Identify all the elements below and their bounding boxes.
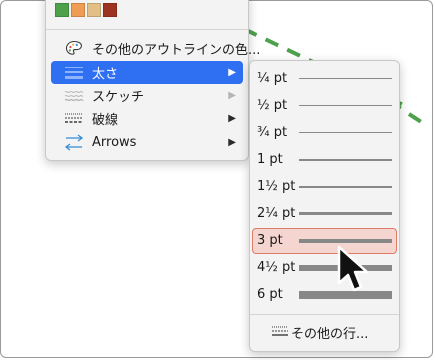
arrows-icon: [62, 131, 86, 154]
weight-preview-line: [299, 105, 392, 106]
weight-option-4-and-half-pt[interactable]: 4½ pt: [252, 255, 397, 281]
sketch-line-icon: [62, 84, 86, 107]
outline-menu: その他のアウトラインの色... 太さ ▶ スケッチ ▶ 破線 ▶ Arrows …: [45, 0, 260, 161]
menu-item-arrows[interactable]: Arrows ▶: [51, 131, 243, 154]
menu-item-more-outline-colors[interactable]: その他のアウトラインの色...: [51, 37, 260, 60]
line-weight-icon: [62, 61, 86, 84]
weight-preview-line: [299, 132, 392, 133]
weight-option-label: ¼ pt: [257, 71, 288, 86]
dashed-line-icon: [62, 107, 86, 130]
color-swatch-brown[interactable]: [103, 3, 117, 17]
line-style-icon: [271, 325, 289, 337]
weight-option-label: 2¼ pt: [257, 206, 296, 221]
weight-option-3-pt[interactable]: 3 pt: [252, 228, 397, 254]
weight-option-2-and-quarter-pt[interactable]: 2¼ pt: [252, 201, 397, 227]
more-lines-menu-item[interactable]: その他の行...: [252, 319, 397, 344]
weight-option-three-quarter-pt[interactable]: ¾ pt: [252, 120, 397, 146]
weight-option-1-and-half-pt[interactable]: 1½ pt: [252, 174, 397, 200]
menu-item-label: 破線: [92, 113, 119, 128]
color-swatch-green[interactable]: [55, 3, 69, 17]
weight-option-label: 4½ pt: [257, 260, 296, 275]
weight-option-label: 1 pt: [257, 152, 283, 167]
weight-submenu: ¼ pt ½ pt ¾ pt 1 pt 1½ pt 2¼ pt 3 pt 4½ …: [249, 60, 400, 352]
menu-separator: [46, 29, 248, 30]
menu-item-sketch[interactable]: スケッチ ▶: [51, 84, 243, 107]
weight-option-label: 6 pt: [257, 287, 283, 302]
more-lines-label: その他の行...: [291, 327, 369, 342]
weight-option-label: ¾ pt: [257, 125, 288, 140]
weight-option-quarter-pt[interactable]: ¼ pt: [252, 66, 397, 92]
weight-preview-line: [299, 186, 392, 188]
submenu-arrow-icon: ▶: [228, 137, 236, 148]
submenu-arrow-icon: ▶: [228, 67, 236, 78]
weight-option-label: 3 pt: [257, 233, 283, 248]
weight-option-1-pt[interactable]: 1 pt: [252, 147, 397, 173]
menu-item-weight[interactable]: 太さ ▶: [51, 61, 243, 84]
weight-preview-line: [299, 212, 392, 215]
weight-preview-line: [299, 239, 392, 243]
menu-separator: [250, 314, 399, 315]
weight-option-label: ½ pt: [257, 98, 288, 113]
color-swatch-row: [55, 3, 117, 17]
mouse-pointer-icon: [337, 245, 369, 292]
palette-icon: [62, 37, 86, 60]
weight-option-half-pt[interactable]: ½ pt: [252, 93, 397, 119]
weight-option-label: 1½ pt: [257, 179, 296, 194]
menu-item-label: スケッチ: [92, 90, 145, 105]
menu-item-label: 太さ: [92, 67, 119, 82]
submenu-arrow-icon: ▶: [228, 113, 236, 124]
weight-preview-line: [299, 159, 392, 161]
menu-item-label: Arrows: [92, 135, 137, 150]
menu-item-dashes[interactable]: 破線 ▶: [51, 107, 243, 130]
menu-item-label: その他のアウトラインの色...: [92, 43, 261, 58]
color-swatch-orange[interactable]: [71, 3, 85, 17]
weight-preview-line: [299, 78, 392, 79]
color-swatch-tan[interactable]: [87, 3, 101, 17]
submenu-arrow-icon: ▶: [228, 90, 236, 101]
weight-option-6-pt[interactable]: 6 pt: [252, 282, 397, 308]
